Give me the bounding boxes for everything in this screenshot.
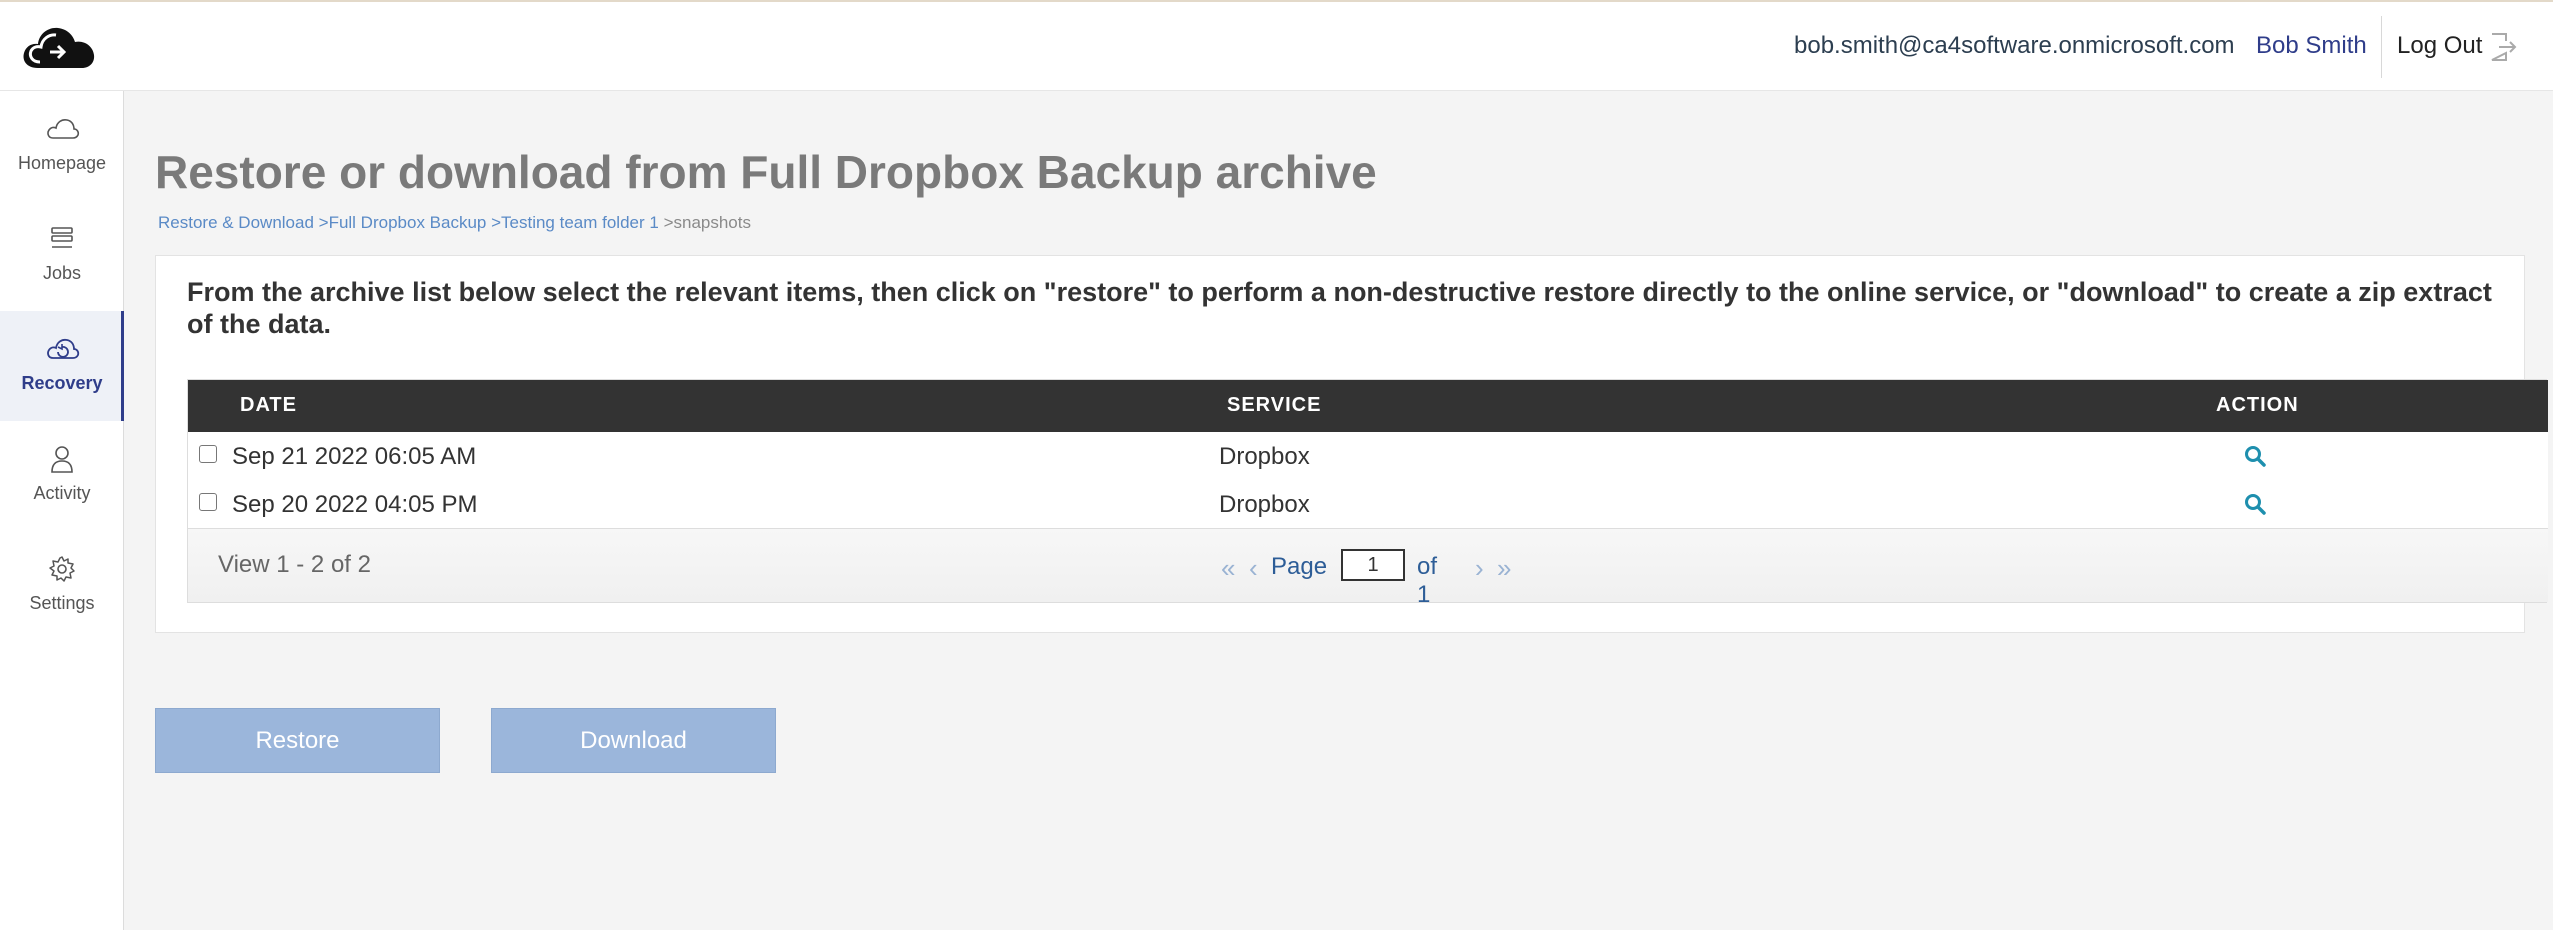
column-header-action: ACTION: [2216, 394, 2299, 416]
download-button[interactable]: Download: [491, 708, 776, 773]
breadcrumb-full-dropbox-backup[interactable]: >Full Dropbox Backup: [319, 213, 491, 232]
archive-panel: From the archive list below select the r…: [155, 255, 2548, 633]
logout-icon[interactable]: [2489, 32, 2517, 62]
row-service: Dropbox: [1219, 491, 1310, 518]
instructions-text: From the archive list below select the r…: [187, 277, 2492, 339]
sidebar-item-label: Activity: [33, 483, 91, 503]
user-name-link[interactable]: Bob Smith: [2256, 32, 2367, 60]
table-row[interactable]: Sep 20 2022 04:05 PM Dropbox: [188, 480, 2548, 528]
sidebar-item-jobs[interactable]: Jobs: [0, 201, 124, 311]
cloud-logo-icon[interactable]: [20, 22, 98, 74]
last-page-icon[interactable]: »: [1497, 553, 1511, 584]
column-header-date[interactable]: DATE: [240, 394, 297, 417]
table-pager: View 1 - 2 of 2 « ‹ Page of 1 › »: [188, 528, 2548, 608]
row-checkbox[interactable]: [199, 445, 217, 463]
table-row[interactable]: Sep 21 2022 06:05 AM Dropbox: [188, 432, 2548, 480]
row-date: Sep 21 2022 06:05 AM: [232, 443, 477, 470]
cloud-restore-icon: [47, 338, 80, 359]
gear-icon: [49, 556, 75, 582]
page-number-input[interactable]: [1341, 549, 1405, 581]
top-header: bob.smith@ca4software.onmicrosoft.com Bo…: [0, 0, 2553, 91]
row-checkbox[interactable]: [199, 493, 217, 511]
sidebar-item-recovery[interactable]: Recovery: [0, 311, 124, 421]
next-page-icon[interactable]: ›: [1475, 553, 1484, 584]
breadcrumb-restore-download[interactable]: Restore & Download: [158, 213, 319, 232]
sidebar-item-label: Recovery: [21, 373, 103, 393]
server-stack-icon: [51, 227, 73, 248]
archive-table: DATE SERVICE ACTION Sep 21 2022 06:05 AM…: [187, 379, 2548, 608]
sidebar-item-label: Homepage: [17, 153, 107, 173]
search-icon[interactable]: [2243, 444, 2267, 468]
sidebar-item-settings[interactable]: Settings: [0, 531, 124, 641]
row-service: Dropbox: [1219, 443, 1310, 470]
sidebar-item-homepage[interactable]: Homepage: [0, 91, 124, 201]
sidebar-item-label: Jobs: [42, 263, 82, 283]
table-header: DATE SERVICE ACTION: [188, 380, 2548, 432]
page-label: Page: [1271, 553, 1328, 580]
user-icon: [51, 446, 73, 473]
search-icon[interactable]: [2243, 492, 2267, 516]
user-email: bob.smith@ca4software.onmicrosoft.com: [1794, 32, 2235, 59]
restore-button[interactable]: Restore: [155, 708, 440, 773]
header-divider: [2381, 16, 2382, 78]
sidebar-item-activity[interactable]: Activity: [0, 421, 124, 531]
cloud-icon: [47, 119, 80, 139]
breadcrumb-testing-team-folder[interactable]: >Testing team folder 1: [491, 213, 663, 232]
column-header-service[interactable]: SERVICE: [1227, 394, 1321, 417]
page-title: Restore or download from Full Dropbox Ba…: [155, 146, 1377, 198]
breadcrumb-snapshots: >snapshots: [663, 213, 751, 232]
logout-link[interactable]: Log Out: [2397, 32, 2482, 60]
breadcrumb: Restore & Download >Full Dropbox Backup …: [158, 213, 751, 233]
page-of-text: of 1: [1417, 553, 1438, 608]
first-page-icon[interactable]: «: [1221, 553, 1235, 584]
view-count: View 1 - 2 of 2: [218, 551, 371, 578]
row-date: Sep 20 2022 04:05 PM: [232, 491, 478, 518]
sidebar: Homepage Jobs Recovery Activity Settings: [0, 91, 124, 930]
prev-page-icon[interactable]: ‹: [1249, 553, 1258, 584]
sidebar-item-label: Settings: [29, 593, 95, 613]
